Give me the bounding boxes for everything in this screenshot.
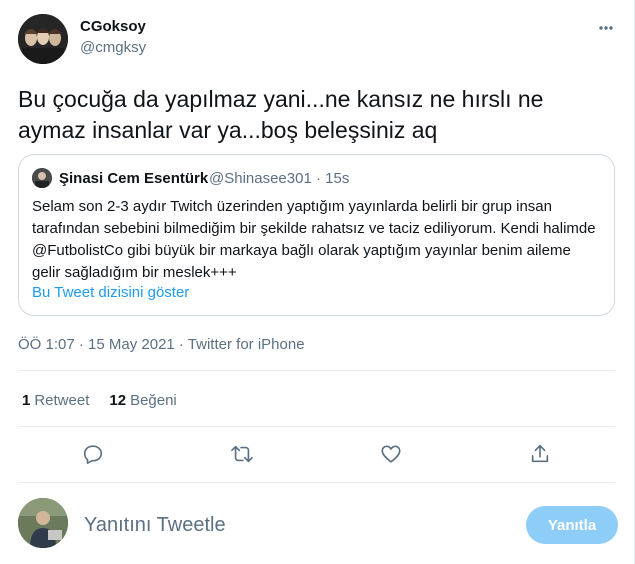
divider [18,482,615,483]
quoted-handle-time: @Shinasee301 · 15s [209,170,350,187]
quoted-author-avatar [32,168,52,188]
retweets-stat[interactable]: 1 Retweet [22,392,89,409]
author-avatar[interactable] [18,14,68,64]
retweets-label: Retweet [34,392,90,409]
reply-input[interactable]: Yanıtını Tweetle [84,514,226,537]
quoted-author-name: Şinasi Cem Esentürk [59,170,209,187]
show-thread-link[interactable]: Bu Tweet dizisini göster [32,284,189,301]
tweet-detail: CGoksoy @cmgksy Bu çocuğa da yapılmaz ya… [0,0,635,564]
retweets-count: 1 [22,392,31,409]
likes-label: Beğeni [130,392,177,409]
likes-count: 12 [109,392,127,409]
divider [18,370,615,371]
divider [18,426,615,427]
reply-icon[interactable] [76,437,110,471]
tweet-stats: 1 Retweet 12 Beğeni [22,392,177,409]
retweet-icon[interactable] [225,437,259,471]
user-avatar[interactable] [18,498,68,548]
action-bar [18,434,615,474]
author-name[interactable]: CGoksoy [80,18,146,35]
more-options-icon[interactable] [596,18,616,38]
quoted-tweet-text: Selam son 2-3 aydır Twitch üzerinden yap… [32,198,596,281]
tweet-timestamp[interactable]: ÖÖ 1:07 · 15 May 2021 · Twitter for iPho… [18,336,305,353]
reply-composer: Yanıtını Tweetle Yanıtla [18,496,618,550]
quoted-tweet[interactable]: Şinasi Cem Esentürk @Shinasee301 · 15s S… [18,154,615,316]
like-icon[interactable] [374,437,408,471]
tweet-text: Bu çocuğa da yapılmaz yani...ne kansız n… [18,86,544,143]
reply-button[interactable]: Yanıtla [526,506,618,544]
author-handle[interactable]: @cmgksy [80,39,146,56]
likes-stat[interactable]: 12 Beğeni [109,392,176,409]
share-icon[interactable] [523,437,557,471]
tweet-header: CGoksoy @cmgksy [18,14,618,66]
